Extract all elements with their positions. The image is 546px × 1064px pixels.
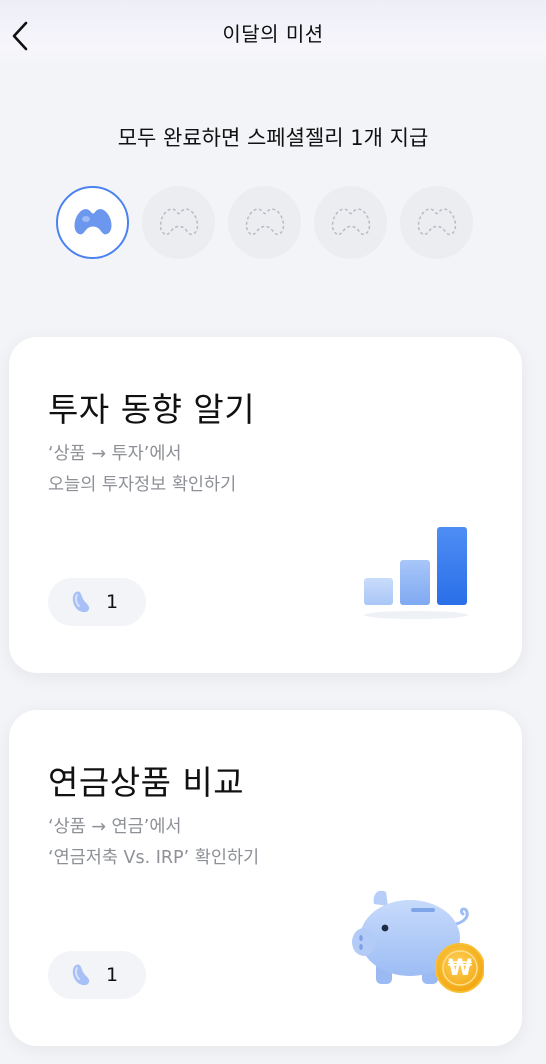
mission-title: 연금상품 비교 (48, 763, 245, 802)
mission-summary-text: 모두 완료하면 스페셜젤리 1개 지급 (117, 126, 429, 150)
bar-chart-icon (364, 527, 468, 619)
mission-desc-line: ‘상품 → 투자’에서 (48, 444, 182, 464)
mission-desc-line: 오늘의 투자정보 확인하기 (48, 475, 237, 495)
jelly-slot-empty (228, 186, 301, 259)
jelly-outline-icon (331, 207, 370, 235)
jelly-bean-icon (72, 964, 90, 986)
piggy-bank-icon: ₩ (352, 890, 484, 993)
mission-card-invest-trend[interactable]: 투자 동향 알기 ‘상품 → 투자’에서 오늘의 투자정보 확인하기 1 (9, 337, 522, 673)
jelly-outline-icon (245, 207, 284, 235)
mission-description: ‘상품 → 투자’에서 오늘의 투자정보 확인하기 (48, 439, 236, 501)
reward-count: 1 (106, 964, 119, 986)
reward-badge: 1 (48, 578, 146, 626)
mission-title: 투자 동향 알기 (48, 390, 256, 429)
jelly-slot-empty (400, 186, 473, 259)
jelly-outline-icon (159, 207, 198, 235)
jelly-icon (74, 208, 111, 234)
reward-badge: 1 (48, 951, 146, 999)
mission-description: ‘상품 → 연금’에서 ‘연금저축 Vs. IRP’ 확인하기 (48, 812, 259, 874)
mission-desc-line: ‘연금저축 Vs. IRP’ 확인하기 (48, 848, 260, 868)
mission-card-pension-compare[interactable]: 연금상품 비교 ‘상품 → 연금’에서 ‘연금저축 Vs. IRP’ 확인하기 … (9, 710, 522, 1046)
jelly-slot-empty (314, 186, 387, 259)
coin-symbol: ₩ (448, 956, 472, 981)
jelly-progress (56, 186, 473, 259)
jelly-slot-empty (142, 186, 215, 259)
top-bar: 이달의 미션 (0, 0, 546, 70)
jelly-bean-icon (72, 591, 90, 613)
jelly-outline-icon (417, 207, 456, 235)
reward-count: 1 (106, 591, 119, 613)
page-title: 이달의 미션 (222, 22, 324, 46)
mission-desc-line: ‘상품 → 연금’에서 (48, 817, 182, 837)
jelly-slot-completed (56, 186, 129, 259)
